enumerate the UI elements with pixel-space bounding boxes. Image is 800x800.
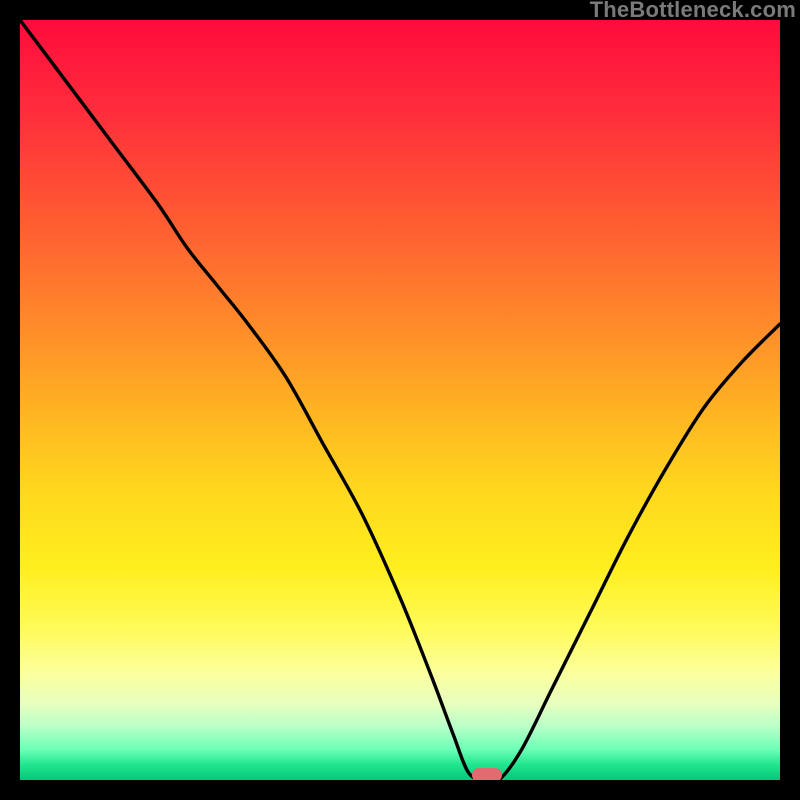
chart-frame: TheBottleneck.com bbox=[0, 0, 800, 800]
optimal-marker bbox=[472, 768, 502, 780]
bottleneck-curve bbox=[20, 20, 780, 780]
curve-path bbox=[20, 20, 780, 780]
plot-area bbox=[20, 20, 780, 780]
